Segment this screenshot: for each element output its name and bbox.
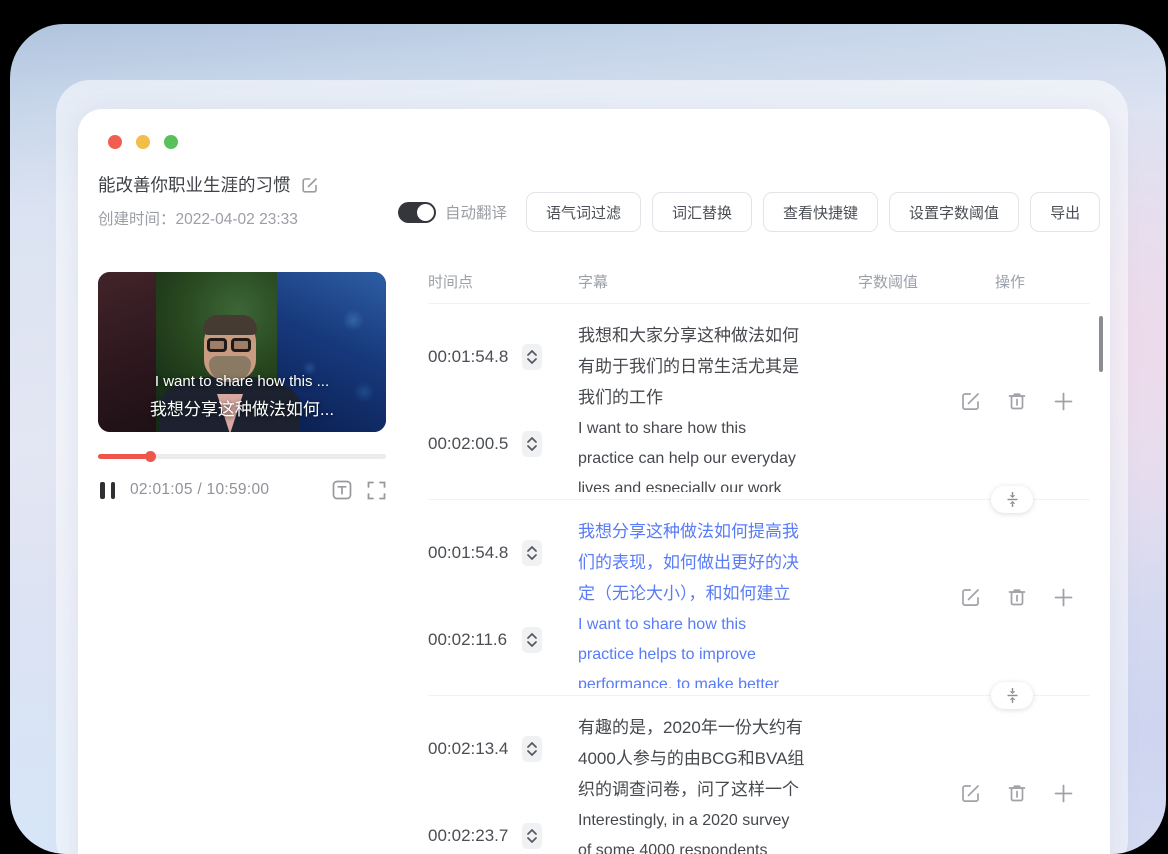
seek-fill — [98, 454, 150, 459]
subtitle-toggle-icon[interactable] — [332, 480, 352, 500]
time-stepper[interactable] — [522, 736, 542, 762]
en-timestamp[interactable]: 00:02:00.5 — [428, 434, 512, 454]
video-thumbnail[interactable]: I want to share how this ... 我想分享这种做法如何.… — [98, 272, 386, 432]
row-actions — [959, 390, 1075, 413]
time-stepper[interactable] — [522, 431, 542, 457]
video-subtitle-zh: 我想分享这种做法如何... — [149, 400, 335, 419]
time-stepper[interactable] — [522, 823, 542, 849]
view-shortcuts-button[interactable]: 查看快捷键 — [763, 192, 879, 232]
col-header-subtitle: 字幕 — [578, 274, 609, 291]
close-window-button[interactable] — [108, 135, 122, 149]
window-controls — [108, 135, 178, 149]
edit-subtitle-icon[interactable] — [959, 390, 982, 413]
delete-subtitle-icon[interactable] — [1006, 586, 1028, 609]
video-subtitle-en: I want to share how this ... — [154, 373, 330, 390]
toolbar: 语气词过滤 词汇替换 查看快捷键 设置字数阈值 导出 — [526, 192, 1101, 232]
pause-button[interactable] — [100, 481, 115, 499]
edit-subtitle-icon[interactable] — [959, 782, 982, 805]
created-time-label: 创建时间：2022-04-02 23:33 — [98, 211, 298, 228]
subtitle-table: 00:01:54.8 我想和大家分享这种做法如何 有助于我们的日常生活尤其是 我… — [428, 304, 1090, 854]
time-stepper[interactable] — [522, 627, 542, 653]
merge-icon — [1007, 492, 1017, 507]
edit-title-icon[interactable] — [301, 176, 319, 194]
word-replace-button[interactable]: 词汇替换 — [652, 192, 753, 232]
auto-translate-toggle[interactable] — [398, 201, 436, 223]
player-controls: 02:01:05 / 10:59:00 — [100, 477, 386, 503]
toggle-knob — [417, 203, 434, 221]
table-scrollbar[interactable] — [1099, 316, 1103, 372]
row-actions — [959, 782, 1075, 805]
row-actions — [959, 586, 1075, 609]
zh-timestamp[interactable]: 00:01:54.8 — [428, 543, 512, 563]
zoom-window-button[interactable] — [164, 135, 178, 149]
time-stepper[interactable] — [522, 344, 542, 370]
merge-subtitles-button[interactable] — [991, 682, 1033, 709]
minimize-window-button[interactable] — [136, 135, 150, 149]
subtitle-row: 00:02:13.4 有趣的是，2020年一份大约有 4000人参与的由BCG和… — [428, 696, 1090, 854]
time-stepper[interactable] — [522, 540, 542, 566]
auto-translate-label: 自动翻译 — [445, 205, 508, 222]
zh-timestamp[interactable]: 00:02:13.4 — [428, 739, 512, 759]
subtitle-row: 00:01:54.8 我想和大家分享这种做法如何 有助于我们的日常生活尤其是 我… — [428, 304, 1090, 513]
add-subtitle-icon[interactable] — [1052, 586, 1075, 609]
fullscreen-icon[interactable] — [367, 481, 386, 500]
project-title-row: 能改善你职业生涯的习惯 — [98, 172, 319, 197]
seek-bar[interactable] — [98, 451, 386, 463]
page-title: 能改善你职业生涯的习惯 — [98, 175, 291, 195]
subtitle-row: 00:01:54.8 我想分享这种做法如何提高我 们的表现，如何做出更好的决 定… — [428, 500, 1090, 709]
en-timestamp[interactable]: 00:02:11.6 — [428, 630, 512, 650]
set-word-threshold-button[interactable]: 设置字数阈值 — [889, 192, 1020, 232]
subtitle-text-en[interactable]: I want to share how this practice can he… — [578, 414, 864, 492]
delete-subtitle-icon[interactable] — [1006, 390, 1028, 413]
zh-timestamp[interactable]: 00:01:54.8 — [428, 347, 512, 367]
col-header-threshold: 字数阈值 — [858, 274, 919, 291]
add-subtitle-icon[interactable] — [1052, 390, 1075, 413]
edit-subtitle-icon[interactable] — [959, 586, 982, 609]
seek-handle[interactable] — [144, 451, 156, 462]
merge-icon — [1007, 688, 1017, 703]
app-window: 能改善你职业生涯的习惯 创建时间：2022-04-02 23:33 自动翻译 语… — [78, 109, 1110, 854]
subtitle-text-zh[interactable]: 我想分享这种做法如何提高我 们的表现，如何做出更好的决 定（无论大小），和如何建… — [578, 516, 864, 602]
export-button[interactable]: 导出 — [1030, 192, 1101, 232]
filler-word-filter-button[interactable]: 语气词过滤 — [526, 192, 642, 232]
subtitle-text-zh[interactable]: 有趣的是，2020年一份大约有 4000人参与的由BCG和BVA组 织的调查问卷… — [578, 712, 864, 798]
col-header-actions: 操作 — [995, 274, 1026, 291]
subtitle-text-zh[interactable]: 我想和大家分享这种做法如何 有助于我们的日常生活尤其是 我们的工作 — [578, 320, 864, 406]
col-header-time: 时间点 — [428, 274, 474, 291]
time-display: 02:01:05 / 10:59:00 — [130, 481, 270, 498]
en-timestamp[interactable]: 00:02:23.7 — [428, 826, 512, 846]
merge-subtitles-button[interactable] — [991, 486, 1033, 513]
subtitle-text-en[interactable]: Interestingly, in a 2020 survey of some … — [578, 806, 864, 854]
auto-translate-group: 自动翻译 — [398, 201, 507, 223]
background-gradient: 能改善你职业生涯的习惯 创建时间：2022-04-02 23:33 自动翻译 语… — [10, 24, 1166, 854]
subtitle-text-en[interactable]: I want to share how this practice helps … — [578, 610, 864, 688]
add-subtitle-icon[interactable] — [1052, 782, 1075, 805]
delete-subtitle-icon[interactable] — [1006, 782, 1028, 805]
